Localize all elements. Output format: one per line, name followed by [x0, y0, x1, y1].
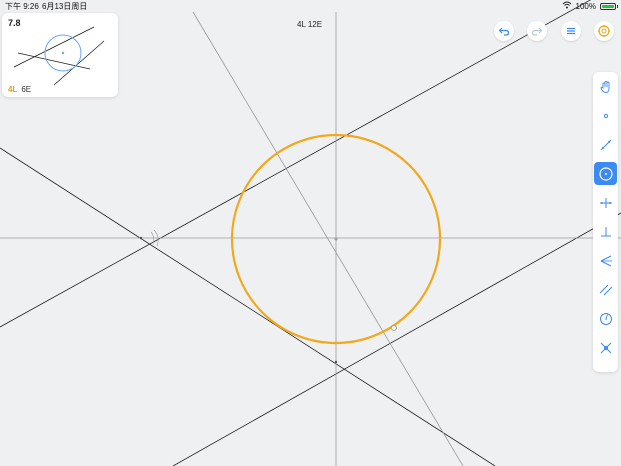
undo-button[interactable] [494, 21, 514, 41]
redo-button[interactable] [527, 21, 547, 41]
line-icon [600, 139, 611, 150]
battery-icon [600, 2, 618, 10]
level-card[interactable]: 7.8 4L 6E [2, 13, 118, 97]
menu-button[interactable] [561, 21, 581, 41]
lines-goal: 4L [8, 85, 18, 94]
construction-line-diagonal[interactable] [192, 11, 464, 466]
perpendicular-icon [600, 226, 611, 236]
tool-intersect[interactable] [594, 336, 617, 359]
point-icon [603, 113, 608, 118]
tool-palette [593, 72, 618, 372]
tool-perpendicular[interactable] [594, 220, 617, 243]
move-counter: 4L 12E [297, 20, 323, 29]
status-date: 6月13日周日 [42, 2, 88, 11]
tool-move[interactable] [594, 75, 617, 98]
given-line-right-lower[interactable] [172, 212, 621, 466]
tool-angle-bisector[interactable] [594, 249, 617, 272]
compass-icon [599, 312, 612, 325]
tool-circle[interactable] [594, 162, 617, 185]
undo-icon [498, 27, 510, 36]
hint-button[interactable] [594, 21, 614, 41]
tool-compass[interactable] [594, 307, 617, 330]
tool-perpendicular-bisector[interactable] [594, 191, 617, 214]
status-right: 100% [562, 1, 618, 11]
tool-parallel[interactable] [594, 278, 617, 301]
hand-icon [600, 80, 609, 93]
intersect-icon [600, 342, 611, 353]
hint-icon [598, 25, 610, 37]
tangent-point[interactable] [391, 325, 397, 331]
perpendicular-bisector-icon [599, 197, 612, 208]
level-goals: 4L 6E [8, 85, 31, 94]
euclid-goal: 6E [21, 85, 32, 94]
tool-point[interactable] [594, 104, 617, 127]
menu-icon [567, 27, 575, 35]
parallel-icon [599, 284, 612, 295]
intersection-point-left[interactable] [139, 236, 143, 240]
circle-icon [598, 166, 613, 181]
tool-line[interactable] [594, 133, 617, 156]
given-line-lower-left[interactable] [0, 147, 496, 466]
status-bar: 下午 9:26 6月13日周日 100% [0, 0, 621, 12]
angle-bisector-icon [600, 255, 612, 266]
intersection-point-bottom[interactable] [334, 360, 338, 364]
redo-icon [531, 27, 543, 36]
status-time: 下午 9:26 [5, 2, 39, 11]
battery-percent: 100% [575, 1, 596, 11]
level-number: 7.8 [8, 18, 21, 28]
wifi-icon [562, 1, 572, 11]
center-point[interactable] [334, 237, 338, 241]
